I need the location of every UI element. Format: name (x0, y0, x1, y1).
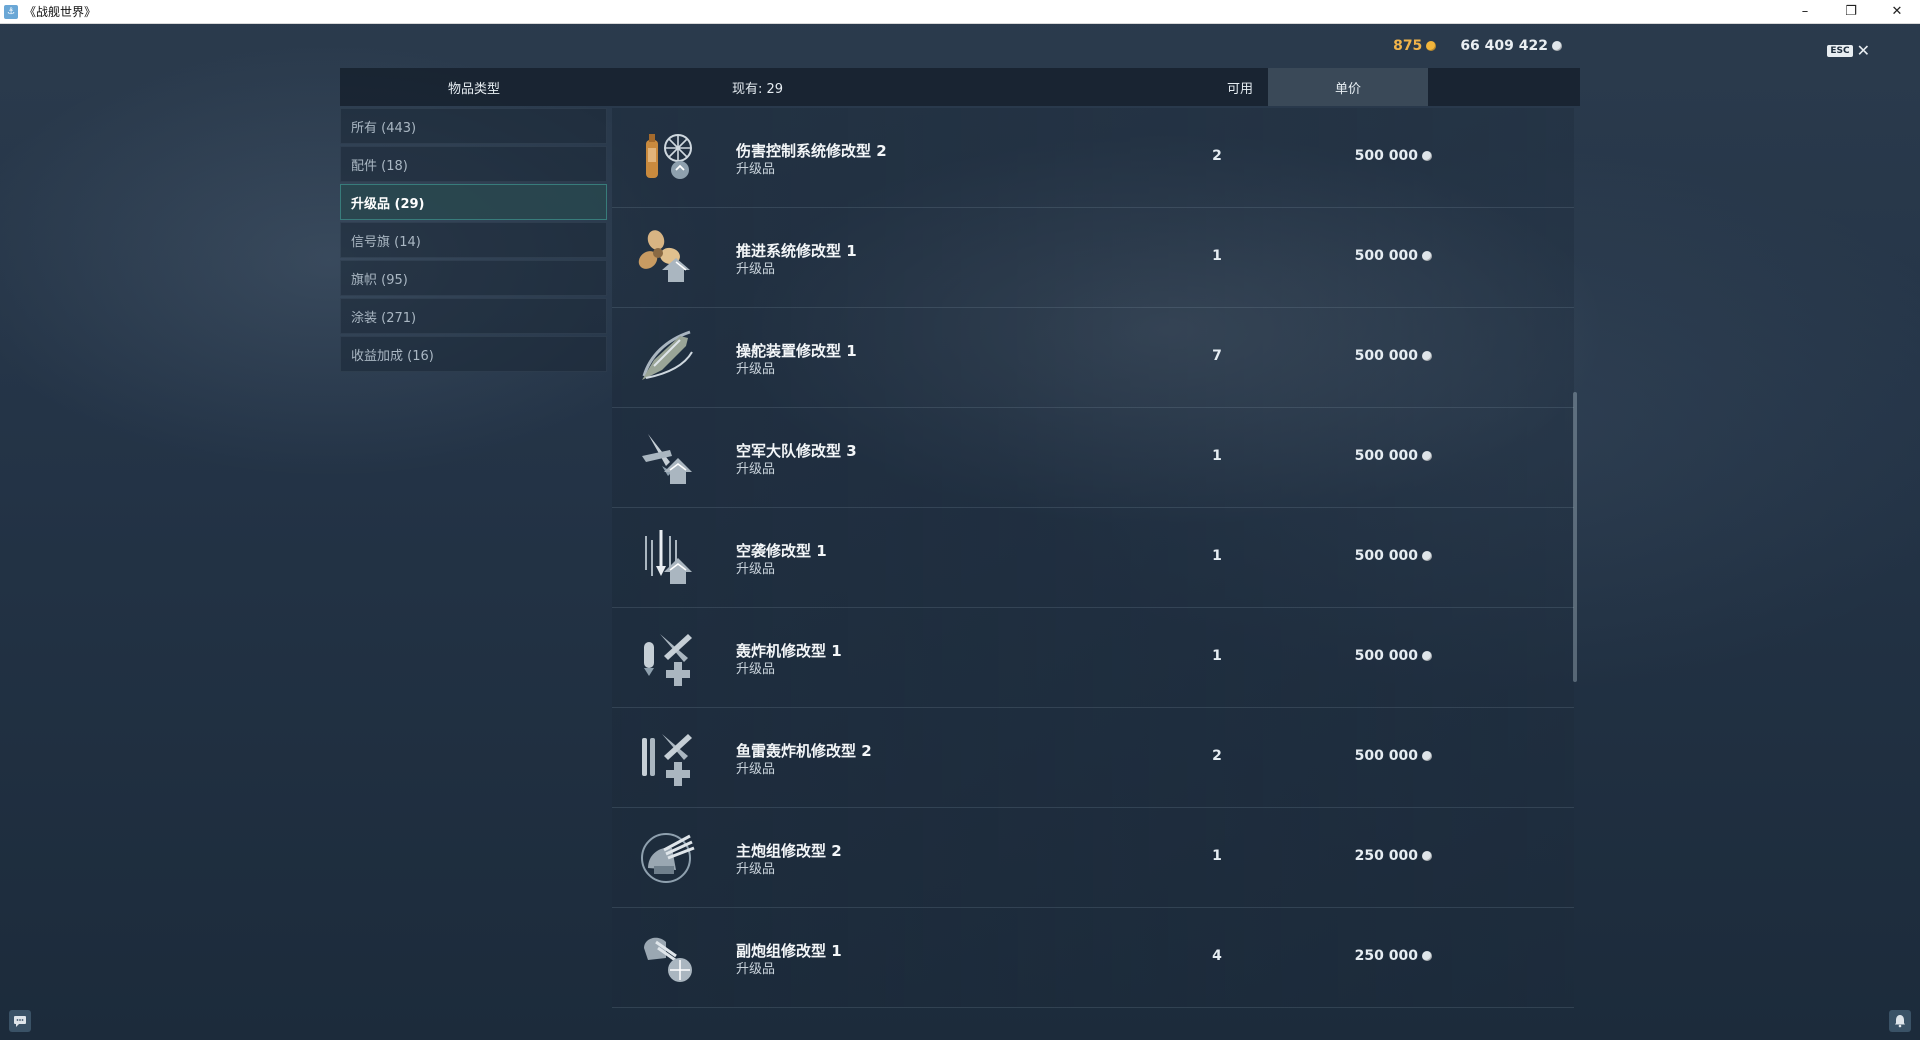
header-owned-count: 现有: 29 (732, 81, 784, 97)
bomber-icon (644, 634, 692, 686)
item-price: 500 000 (1292, 348, 1432, 364)
credits-coin-icon (1422, 751, 1432, 761)
category-economic-bonuses[interactable]: 收益加成 (16) (340, 336, 607, 372)
category-flags[interactable]: 旗帜 (95) (340, 260, 607, 296)
gold-amount: 875 (1393, 38, 1423, 54)
item-price: 500 000 (1292, 448, 1432, 464)
item-kind: 升级品 (736, 162, 776, 177)
item-row[interactable]: 空袭修改型 1 升级品 1 500 000 (612, 508, 1574, 608)
table-header: 物品类型 现有: 29 可用 单价 (340, 68, 1580, 106)
propulsion-icon (638, 230, 690, 282)
item-price-value: 500 000 (1354, 548, 1418, 564)
credits-coin-icon (1422, 551, 1432, 561)
item-row[interactable]: 轰炸机修改型 1 升级品 1 500 000 (612, 608, 1574, 708)
notifications-button[interactable] (1889, 1010, 1911, 1032)
esc-key-badge: ESC (1827, 45, 1853, 57)
torpedo-bomber-icon (642, 734, 692, 786)
category-consumables[interactable]: 配件 (18) (340, 146, 607, 182)
item-kind: 升级品 (736, 962, 776, 977)
header-item-type: 物品类型 (447, 81, 500, 97)
item-available: 7 (1212, 348, 1222, 364)
item-price: 250 000 (1292, 948, 1432, 964)
item-price: 500 000 (1292, 548, 1432, 564)
gold-balance: 875 (1393, 38, 1437, 54)
credits-coin-icon (1422, 851, 1432, 861)
item-kind: 升级品 (736, 862, 776, 877)
esc-close-button[interactable]: ESC ✕ (1827, 41, 1870, 60)
item-kind: 升级品 (736, 662, 776, 677)
item-price: 500 000 (1292, 648, 1432, 664)
category-camouflage[interactable]: 涂装 (271) (340, 298, 607, 334)
item-row[interactable]: 伤害控制系统修改型 2 升级品 2 500 000 (612, 108, 1574, 208)
item-row[interactable]: 空军大队修改型 3 升级品 1 500 000 (612, 408, 1574, 508)
item-available: 1 (1212, 248, 1222, 264)
minimize-button[interactable]: – (1782, 0, 1828, 23)
airstrike-icon (645, 530, 692, 584)
window-close-button[interactable]: ✕ (1874, 0, 1920, 23)
credits-coin-icon (1422, 251, 1432, 261)
item-available: 1 (1212, 548, 1222, 564)
category-all[interactable]: 所有 (443) (340, 108, 607, 144)
item-price-value: 250 000 (1354, 948, 1418, 964)
item-available: 2 (1212, 148, 1222, 164)
item-kind: 升级品 (736, 762, 776, 777)
bell-icon (1895, 1015, 1905, 1028)
app-icon: ⚓ (4, 4, 18, 19)
item-price: 500 000 (1292, 248, 1432, 264)
credits-amount: 66 409 422 (1460, 38, 1548, 54)
item-price-value: 500 000 (1354, 348, 1418, 364)
window-titlebar: ⚓ 《战舰世界》 – ❐ ✕ (0, 0, 1920, 24)
item-available: 4 (1212, 948, 1222, 964)
damage-control-icon (646, 134, 692, 179)
category-sidebar: 所有 (443) 配件 (18) 升级品 (29) 信号旗 (14) 旗帜 (9… (340, 108, 607, 374)
item-price-value: 500 000 (1354, 648, 1418, 664)
item-price: 500 000 (1292, 748, 1432, 764)
steering-gear-icon (642, 330, 693, 380)
credits-coin-icon (1422, 151, 1432, 161)
item-row[interactable]: 主炮组修改型 2 升级品 1 250 000 (612, 808, 1574, 908)
item-kind: 升级品 (736, 262, 776, 277)
item-available: 2 (1212, 748, 1222, 764)
item-price: 500 000 (1292, 148, 1432, 164)
gold-coin-icon (1426, 41, 1437, 51)
restore-button[interactable]: ❐ (1828, 0, 1874, 23)
currency-bar: 875 66 409 422 (1393, 38, 1562, 54)
item-price-value: 500 000 (1354, 748, 1418, 764)
item-kind: 升级品 (736, 462, 776, 477)
item-row[interactable]: 操舵装置修改型 1 升级品 7 500 000 (612, 308, 1574, 408)
item-price: 250 000 (1292, 848, 1432, 864)
air-group-icon (642, 434, 692, 484)
credits-coin-icon (1552, 41, 1562, 51)
item-price-value: 500 000 (1354, 148, 1418, 164)
item-kind: 升级品 (736, 562, 776, 577)
item-price-value: 250 000 (1354, 848, 1418, 864)
credits-balance: 66 409 422 (1460, 38, 1562, 54)
item-row[interactable]: 副炮组修改型 1 升级品 4 250 000 (612, 908, 1574, 1008)
item-row[interactable]: 推进系统修改型 1 升级品 1 500 000 (612, 208, 1574, 308)
main-battery-icon (641, 833, 695, 883)
category-upgrades[interactable]: 升级品 (29) (340, 184, 607, 220)
item-row[interactable]: 鱼雷轰炸机修改型 2 升级品 2 500 000 (612, 708, 1574, 808)
list-scrollbar[interactable] (1573, 392, 1577, 682)
credits-coin-icon (1422, 651, 1432, 661)
credits-coin-icon (1422, 451, 1432, 461)
header-unit-price[interactable]: 单价 (1268, 68, 1428, 106)
item-list: 伤害控制系统修改型 2 升级品 2 500 000 推进系统修改型 1 升级品 … (612, 108, 1574, 1008)
item-price-value: 500 000 (1354, 248, 1418, 264)
item-available: 1 (1212, 648, 1222, 664)
credits-coin-icon (1422, 351, 1432, 361)
credits-coin-icon (1422, 951, 1432, 961)
close-icon: ✕ (1856, 41, 1870, 60)
secondary-battery-icon (644, 937, 692, 982)
window-controls: – ❐ ✕ (1782, 0, 1920, 23)
item-available: 1 (1212, 848, 1222, 864)
category-signals[interactable]: 信号旗 (14) (340, 222, 607, 258)
item-kind: 升级品 (736, 362, 776, 377)
item-available: 1 (1212, 448, 1222, 464)
window-title: 《战舰世界》 (24, 5, 97, 19)
chat-button[interactable] (9, 1010, 31, 1032)
chat-icon (14, 1016, 26, 1027)
item-price-value: 500 000 (1354, 448, 1418, 464)
